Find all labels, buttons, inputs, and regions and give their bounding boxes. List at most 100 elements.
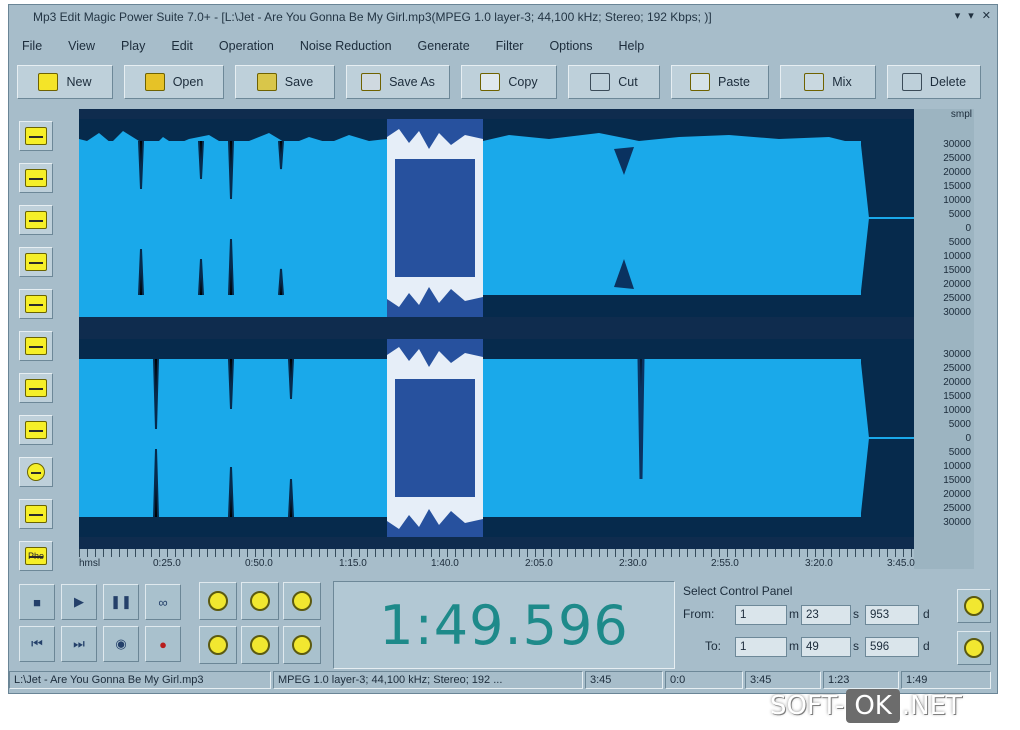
save-button[interactable]: Save [235,65,335,99]
play-button[interactable]: ▶ [61,584,97,620]
menu-filter[interactable]: Filter [483,39,537,53]
status-file: L:\Jet - Are You Gonna Be My Girl.mp3 [9,671,271,689]
open-button[interactable]: Open [124,65,224,99]
fade-out-button[interactable] [19,163,53,193]
menu-help[interactable]: Help [606,39,658,53]
stop-button[interactable]: ■ [19,584,55,620]
loop-button[interactable]: ∞ [145,584,181,620]
ruler-label: 1:40.0 [431,558,459,569]
menu-noise-reduction[interactable]: Noise Reduction [287,39,405,53]
scale-label: 30000 [943,307,971,318]
zoom-in-button[interactable] [199,582,237,620]
pitch-icon: Pho [25,547,47,565]
delete-button-label: Delete [929,75,967,89]
ruler-label: 2:55.0 [711,558,739,569]
mix-button[interactable]: Mix [780,65,876,99]
scissors-icon [590,73,611,91]
menu-file[interactable]: File [9,39,55,53]
normalize-button[interactable] [19,247,53,277]
paste-icon [690,73,711,91]
new-button[interactable]: New [17,65,113,99]
zoom-vertical-out-button[interactable] [283,626,321,664]
info-button[interactable] [19,457,53,487]
amplitude-scale: smpl 30000 25000 20000 15000 10000 5000 … [914,109,974,569]
zoom-out-button[interactable] [241,582,279,620]
menu-operation[interactable]: Operation [206,39,287,53]
to-seconds-field[interactable]: 596 [865,637,919,657]
delete-button[interactable]: Delete [887,65,981,99]
paste-button[interactable]: Paste [671,65,769,99]
maximize-icon[interactable]: ▾ [968,9,974,22]
zoom-all-button[interactable] [283,582,321,620]
scale-label: 15000 [943,475,971,486]
copy-button[interactable]: Copy [461,65,557,99]
to-hours-field[interactable]: 1 [735,637,787,657]
ruler-label: 0:25.0 [153,558,181,569]
to-minutes-field[interactable]: 49 [801,637,851,657]
scale-label: 20000 [943,167,971,178]
record-button[interactable]: ● [145,626,181,662]
status-format: MPEG 1.0 layer-3; 44,100 kHz; Stereo; 19… [273,671,583,689]
envelope-button[interactable] [19,289,53,319]
waveform-view[interactable] [79,109,914,569]
echo-icon [25,337,47,355]
menu-generate[interactable]: Generate [405,39,483,53]
menu-options[interactable]: Options [536,39,605,53]
stop-icon: ■ [33,594,41,610]
left-channel-waveform [79,119,914,317]
zoom-vertical-in-button[interactable] [241,626,279,664]
select-control-panel: Select Control Panel From: To: 1 m 23 s … [677,581,957,669]
reverse-icon [25,379,47,397]
scale-label: 20000 [943,489,971,500]
open-button-label: Open [172,75,204,89]
from-minutes-field[interactable]: 23 [801,605,851,625]
invert-icon [25,421,47,439]
scale-label: 5000 [948,419,971,430]
fade-in-icon [25,127,47,145]
from-hours-field[interactable]: 1 [735,605,787,625]
invert-button[interactable] [19,415,53,445]
pitch-button[interactable]: Pho [19,541,53,571]
fade-out-icon [25,169,47,187]
from-m-unit: m [789,607,799,621]
horizontal-zoom-out-button[interactable] [957,631,991,665]
new-file-icon [38,73,59,91]
save-as-button[interactable]: Save As [346,65,450,99]
scale-label: 15000 [943,181,971,192]
select-panel-title: Select Control Panel [683,584,793,598]
scale-label: 25000 [943,503,971,514]
go-start-icon: ⏮ [31,636,43,651]
insert-silence-button[interactable] [19,499,53,529]
fade-in-button[interactable] [19,121,53,151]
window-controls: ▾ ▾ ✕ [955,9,991,22]
go-start-button[interactable]: ⏮ [19,626,55,662]
watermark-part-1: SOFT- [770,691,845,721]
cut-button[interactable]: Cut [568,65,660,99]
scale-label: 30000 [943,517,971,528]
menu-edit[interactable]: Edit [158,39,206,53]
left-channel[interactable] [79,119,914,317]
status-cursor: 0:0 [665,671,743,689]
cut-button-label: Cut [618,75,638,89]
normalize-icon [25,253,47,271]
amplify-button[interactable] [19,205,53,235]
zoom-selection-button[interactable] [199,626,237,664]
echo-button[interactable] [19,331,53,361]
time-ruler[interactable]: hmsl 0:25.0 0:50.0 1:15.0 1:40.0 2:05.0 … [79,549,915,571]
go-end-button[interactable]: ⏭ [61,626,97,662]
zoom-controls [199,582,329,672]
horizontal-zoom-in-button[interactable] [957,589,991,623]
ruler-label: 3:20.0 [805,558,833,569]
right-channel[interactable] [79,339,914,537]
pause-button[interactable]: ❚❚ [103,584,139,620]
play-selection-button[interactable]: ◉ [103,626,139,662]
scale-label: 15000 [943,265,971,276]
menu-view[interactable]: View [55,39,108,53]
reverse-button[interactable] [19,373,53,403]
menu-bar: File View Play Edit Operation Noise Redu… [9,35,997,57]
app-window: Mp3 Edit Magic Power Suite 7.0+ - [L:\Je… [8,4,998,694]
close-icon[interactable]: ✕ [982,9,991,22]
from-seconds-field[interactable]: 953 [865,605,919,625]
menu-play[interactable]: Play [108,39,158,53]
minimize-icon[interactable]: ▾ [955,9,961,22]
